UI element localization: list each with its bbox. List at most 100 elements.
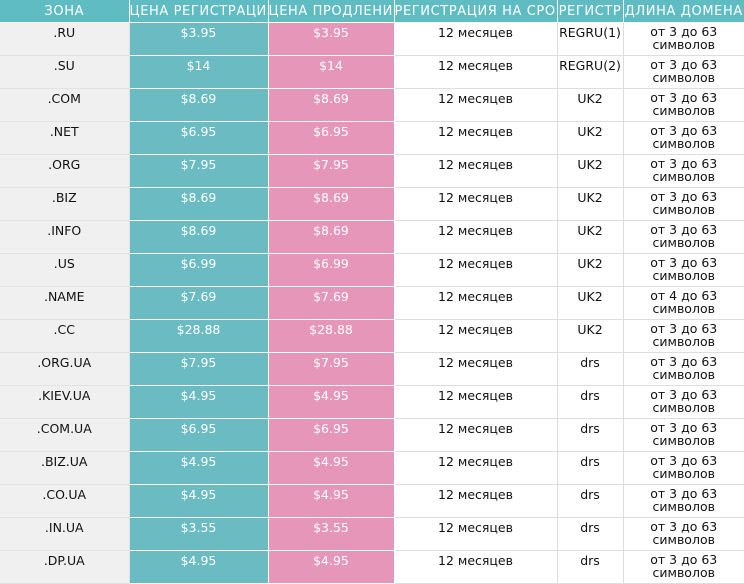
length-cell: от 3 до 63 символов [623, 155, 744, 188]
zone-cell-text: .ORG [0, 155, 129, 172]
length-cell-text: от 3 до 63 символов [624, 419, 744, 447]
length-cell-text: от 3 до 63 символов [624, 188, 744, 216]
renewal-price-cell: $7.95 [268, 155, 394, 188]
registration-price-cell: $8.69 [129, 89, 268, 122]
term-cell-text: 12 месяцев [395, 122, 557, 139]
zone-cell-text: .CO.UA [0, 485, 129, 502]
registration-price-cell-text: $3.95 [130, 23, 268, 40]
registrar-cell: UK2 [557, 122, 623, 155]
renewal-price-cell: $6.95 [268, 122, 394, 155]
registration-price-cell-text: $28.88 [130, 320, 268, 337]
registration-price-cell: $8.69 [129, 188, 268, 221]
term-cell-text: 12 месяцев [395, 89, 557, 106]
table-row: .NET$6.95$6.9512 месяцевUK2от 3 до 63 си… [0, 122, 744, 155]
registration-price-cell-text: $4.95 [130, 452, 268, 469]
zone-cell-text: .NET [0, 122, 129, 139]
zone-cell-text: .ORG.UA [0, 353, 129, 370]
zone-cell-text: .BIZ.UA [0, 452, 129, 469]
renewal-price-cell: $8.69 [268, 89, 394, 122]
renewal-price-cell-text: $8.69 [269, 89, 394, 106]
registrar-cell: UK2 [557, 155, 623, 188]
registrar-cell: drs [557, 485, 623, 518]
zone-cell-text: .US [0, 254, 129, 271]
registrar-cell-text: REGRU(2) [558, 56, 623, 73]
term-cell: 12 месяцев [394, 188, 557, 221]
table-row: .ORG$7.95$7.9512 месяцевUK2от 3 до 63 си… [0, 155, 744, 188]
zone-cell-text: .DP.UA [0, 551, 129, 568]
term-cell-text: 12 месяцев [395, 287, 557, 304]
length-cell: от 3 до 63 символов [623, 551, 744, 584]
term-cell-text: 12 месяцев [395, 155, 557, 172]
registrar-cell-text: UK2 [558, 221, 623, 238]
renewal-price-cell: $6.95 [268, 419, 394, 452]
length-cell-text: от 3 до 63 символов [624, 254, 744, 282]
term-cell-text: 12 месяцев [395, 419, 557, 436]
renewal-price-cell-text: $3.95 [269, 23, 394, 40]
table-row: .US$6.99$6.9912 месяцевUK2от 3 до 63 сим… [0, 254, 744, 287]
renewal-price-cell-text: $7.95 [269, 353, 394, 370]
registration-price-cell-text: $7.69 [130, 287, 268, 304]
header-registration-price: ЦЕНА РЕГИСТРАЦИИ [129, 0, 268, 23]
registration-price-cell: $4.95 [129, 386, 268, 419]
registrar-cell: drs [557, 551, 623, 584]
term-cell-text: 12 месяцев [395, 386, 557, 403]
zone-cell-text: .INFO [0, 221, 129, 238]
registrar-cell-text: REGRU(1) [558, 23, 623, 40]
registration-price-cell-text: $8.69 [130, 188, 268, 205]
term-cell: 12 месяцев [394, 155, 557, 188]
length-cell: от 3 до 63 символов [623, 23, 744, 56]
registration-price-cell: $7.95 [129, 155, 268, 188]
zone-cell-text: .SU [0, 56, 129, 73]
length-cell-text: от 3 до 63 символов [624, 518, 744, 546]
zone-cell: .CC [0, 320, 129, 353]
zone-cell: .NAME [0, 287, 129, 320]
registrar-cell: UK2 [557, 254, 623, 287]
zone-cell-text: .NAME [0, 287, 129, 304]
registrar-cell: drs [557, 419, 623, 452]
header-term: РЕГИСТРАЦИЯ НА СРОК [394, 0, 557, 23]
term-cell-text: 12 месяцев [395, 551, 557, 568]
registration-price-cell: $6.99 [129, 254, 268, 287]
renewal-price-cell-text: $4.95 [269, 551, 394, 568]
length-cell: от 3 до 63 символов [623, 518, 744, 551]
term-cell: 12 месяцев [394, 452, 557, 485]
zone-cell: .INFO [0, 221, 129, 254]
term-cell: 12 месяцев [394, 221, 557, 254]
renewal-price-cell: $8.69 [268, 221, 394, 254]
registration-price-cell-text: $3.55 [130, 518, 268, 535]
length-cell-text: от 3 до 63 символов [624, 23, 744, 51]
table-header: ЗОНА ЦЕНА РЕГИСТРАЦИИ ЦЕНА ПРОДЛЕНИЯ РЕГ… [0, 0, 744, 23]
renewal-price-cell-text: $28.88 [269, 320, 394, 337]
zone-cell: .COM.UA [0, 419, 129, 452]
registrar-cell: UK2 [557, 188, 623, 221]
length-cell-text: от 3 до 63 символов [624, 122, 744, 150]
length-cell-text: от 4 до 63 символов [624, 287, 744, 315]
length-cell: от 3 до 63 символов [623, 56, 744, 89]
registrar-cell: UK2 [557, 89, 623, 122]
registrar-cell: UK2 [557, 221, 623, 254]
registration-price-cell-text: $7.95 [130, 353, 268, 370]
table-body: .RU$3.95$3.9512 месяцевREGRU(1)от 3 до 6… [0, 23, 744, 584]
zone-cell: .US [0, 254, 129, 287]
registrar-cell-text: drs [558, 419, 623, 436]
term-cell-text: 12 месяцев [395, 320, 557, 337]
length-cell: от 3 до 63 символов [623, 419, 744, 452]
term-cell: 12 месяцев [394, 320, 557, 353]
zone-cell: .ORG.UA [0, 353, 129, 386]
term-cell-text: 12 месяцев [395, 254, 557, 271]
renewal-price-cell: $7.69 [268, 287, 394, 320]
zone-cell: .BIZ.UA [0, 452, 129, 485]
zone-cell: .DP.UA [0, 551, 129, 584]
zone-cell: .RU [0, 23, 129, 56]
registrar-cell-text: drs [558, 518, 623, 535]
zone-cell-text: .BIZ [0, 188, 129, 205]
registration-price-cell: $4.95 [129, 551, 268, 584]
registration-price-cell: $4.95 [129, 485, 268, 518]
registration-price-cell: $28.88 [129, 320, 268, 353]
term-cell: 12 месяцев [394, 353, 557, 386]
zone-cell: .BIZ [0, 188, 129, 221]
renewal-price-cell-text: $4.95 [269, 485, 394, 502]
registrar-cell-text: UK2 [558, 155, 623, 172]
term-cell: 12 месяцев [394, 518, 557, 551]
registration-price-cell-text: $4.95 [130, 485, 268, 502]
